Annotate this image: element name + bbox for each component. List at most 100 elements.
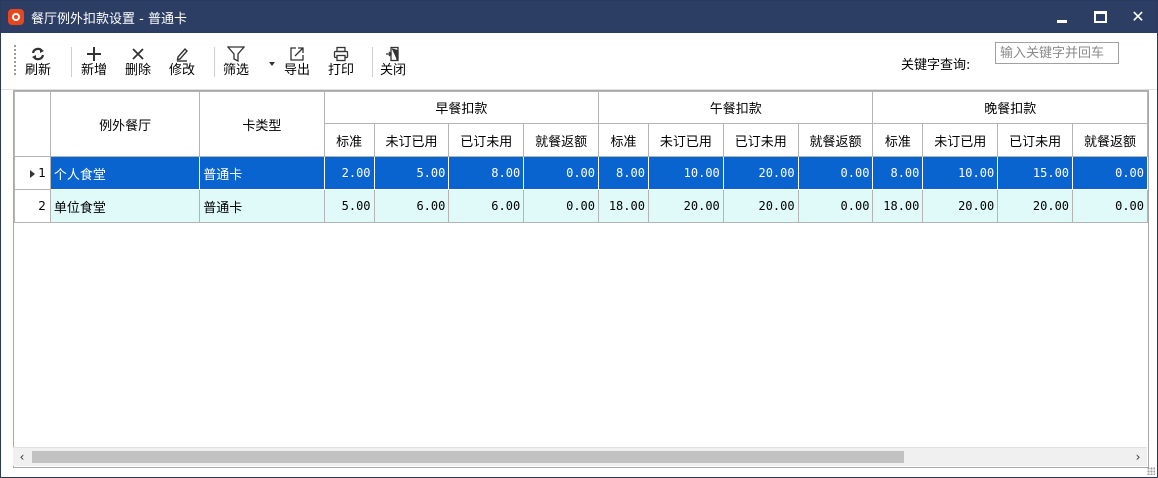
header-dinner: 晚餐扣款 <box>872 91 1148 124</box>
chevron-left-icon: ‹ <box>19 450 25 464</box>
edit-label: 修改 <box>169 63 196 78</box>
cell-value[interactable]: 8.00 <box>448 156 525 190</box>
refresh-label: 刷新 <box>25 63 52 78</box>
toolbar: 刷新 新增 删除 修改 筛选 导出 打印 关闭 关键字查询: 输入关键字并回车 <box>1 33 1157 90</box>
cell-cardtype[interactable]: 普通卡 <box>199 189 325 223</box>
cell-value[interactable]: 18.00 <box>872 189 924 223</box>
cell-restaurant[interactable]: 单位食堂 <box>49 189 201 223</box>
pencil-icon <box>174 45 190 62</box>
cell-restaurant[interactable]: 个人食堂 <box>49 156 201 190</box>
edit-button[interactable]: 修改 <box>169 45 195 79</box>
header-lunch-standard[interactable]: 标准 <box>598 123 649 157</box>
add-label: 新增 <box>81 63 108 78</box>
cell-value[interactable]: 0.00 <box>523 156 600 190</box>
window-title: 餐厅例外扣款设置 - 普通卡 <box>31 11 187 27</box>
print-label: 打印 <box>328 63 355 78</box>
header-lunch: 午餐扣款 <box>598 91 874 124</box>
exit-door-icon <box>385 45 401 62</box>
cell-value[interactable]: 5.00 <box>323 189 375 223</box>
header-lunch-unordered-used[interactable]: 未订已用 <box>647 123 724 157</box>
table-row[interactable]: 1 个人食堂 普通卡 2.00 5.00 8.00 0.00 8.00 10.0… <box>14 156 1148 190</box>
scrollbar-thumb[interactable] <box>32 451 904 463</box>
maximize-button[interactable] <box>1081 1 1119 33</box>
refresh-button[interactable]: 刷新 <box>25 45 51 79</box>
cell-value[interactable]: 0.00 <box>1072 189 1148 223</box>
minimize-icon <box>1057 19 1067 23</box>
funnel-icon <box>227 45 245 62</box>
cell-value[interactable]: 5.00 <box>373 156 450 190</box>
scroll-left-button[interactable]: ‹ <box>13 448 31 466</box>
export-icon <box>289 45 305 62</box>
refresh-icon <box>31 45 45 62</box>
app-logo-icon <box>8 9 24 25</box>
header-lunch-ordered-unused[interactable]: 已订未用 <box>722 123 799 157</box>
delete-label: 删除 <box>125 63 152 78</box>
row-indicator[interactable]: 1 <box>14 156 51 190</box>
header-cardtype[interactable]: 卡类型 <box>199 91 325 157</box>
search-input[interactable] <box>995 42 1119 64</box>
filter-label: 筛选 <box>223 63 250 78</box>
horizontal-scrollbar[interactable]: ‹ › <box>13 447 1147 466</box>
delete-x-icon <box>131 45 145 62</box>
header-breakfast-standard[interactable]: 标准 <box>323 123 375 157</box>
cell-value[interactable]: 0.00 <box>797 189 874 223</box>
title-bar: 餐厅例外扣款设置 - 普通卡 ✕ <box>1 1 1157 33</box>
resize-grip-icon[interactable] <box>1147 467 1155 475</box>
data-grid: 例外餐厅 卡类型 早餐扣款 午餐扣款 晚餐扣款 标准 未订已用 已订未用 就餐返… <box>13 90 1149 468</box>
cell-value[interactable]: 20.00 <box>922 189 999 223</box>
cell-value[interactable]: 0.00 <box>797 156 874 190</box>
header-dinner-refund[interactable]: 就餐返额 <box>1072 123 1148 157</box>
header-lunch-refund[interactable]: 就餐返额 <box>797 123 874 157</box>
cell-value[interactable]: 20.00 <box>997 189 1074 223</box>
delete-button[interactable]: 删除 <box>125 45 151 79</box>
main-window: 餐厅例外扣款设置 - 普通卡 ✕ 刷新 新增 删除 修改 筛选 导出 打印 关闭… <box>0 0 1158 478</box>
header-dinner-ordered-unused[interactable]: 已订未用 <box>997 123 1074 157</box>
cell-cardtype[interactable]: 普通卡 <box>199 156 325 190</box>
row-indicator[interactable]: 2 <box>14 189 51 223</box>
toolbar-separator <box>71 47 72 77</box>
cell-value[interactable]: 18.00 <box>598 189 649 223</box>
filter-button[interactable]: 筛选 <box>223 45 249 79</box>
close-button[interactable]: 关闭 <box>380 45 406 79</box>
cell-value[interactable]: 6.00 <box>448 189 525 223</box>
search-label: 关键字查询: <box>901 58 971 73</box>
cell-value[interactable]: 2.00 <box>323 156 375 190</box>
cell-value[interactable]: 8.00 <box>872 156 924 190</box>
deduction-table: 例外餐厅 卡类型 早餐扣款 午餐扣款 晚餐扣款 标准 未订已用 已订未用 就餐返… <box>14 91 1148 223</box>
cell-value[interactable]: 20.00 <box>647 189 724 223</box>
filter-dropdown-arrow-icon[interactable] <box>269 62 275 66</box>
table-row[interactable]: 2 单位食堂 普通卡 5.00 6.00 6.00 0.00 18.00 20.… <box>14 189 1148 223</box>
add-button[interactable]: 新增 <box>81 45 107 79</box>
scroll-right-button[interactable]: › <box>1129 448 1147 466</box>
cell-value[interactable]: 20.00 <box>722 156 799 190</box>
header-dinner-standard[interactable]: 标准 <box>872 123 924 157</box>
print-button[interactable]: 打印 <box>328 45 354 79</box>
cell-value[interactable]: 0.00 <box>523 189 600 223</box>
toolbar-grip[interactable] <box>14 45 16 77</box>
plus-icon <box>86 45 102 62</box>
cell-value[interactable]: 10.00 <box>647 156 724 190</box>
header-breakfast-refund[interactable]: 就餐返额 <box>523 123 600 157</box>
printer-icon <box>333 45 349 62</box>
minimize-button[interactable] <box>1043 1 1081 33</box>
header-restaurant[interactable]: 例外餐厅 <box>49 91 201 157</box>
cell-value[interactable]: 20.00 <box>722 189 799 223</box>
export-button[interactable]: 导出 <box>284 45 310 79</box>
close-icon: ✕ <box>1131 7 1145 26</box>
header-breakfast-ordered-unused[interactable]: 已订未用 <box>448 123 525 157</box>
header-breakfast-unordered-used[interactable]: 未订已用 <box>373 123 450 157</box>
cell-value[interactable]: 6.00 <box>373 189 450 223</box>
maximize-icon <box>1093 11 1107 23</box>
cell-value[interactable]: 10.00 <box>922 156 999 190</box>
close-label: 关闭 <box>380 63 407 78</box>
toolbar-separator <box>214 47 215 77</box>
header-breakfast: 早餐扣款 <box>323 91 600 124</box>
toolbar-separator <box>372 47 373 77</box>
close-window-button[interactable]: ✕ <box>1119 1 1157 33</box>
cell-value[interactable]: 8.00 <box>598 156 649 190</box>
current-row-arrow-icon <box>30 169 36 178</box>
header-dinner-unordered-used[interactable]: 未订已用 <box>922 123 999 157</box>
row-indicator-header <box>14 91 51 157</box>
cell-value[interactable]: 0.00 <box>1072 156 1148 190</box>
cell-value[interactable]: 15.00 <box>997 156 1074 190</box>
